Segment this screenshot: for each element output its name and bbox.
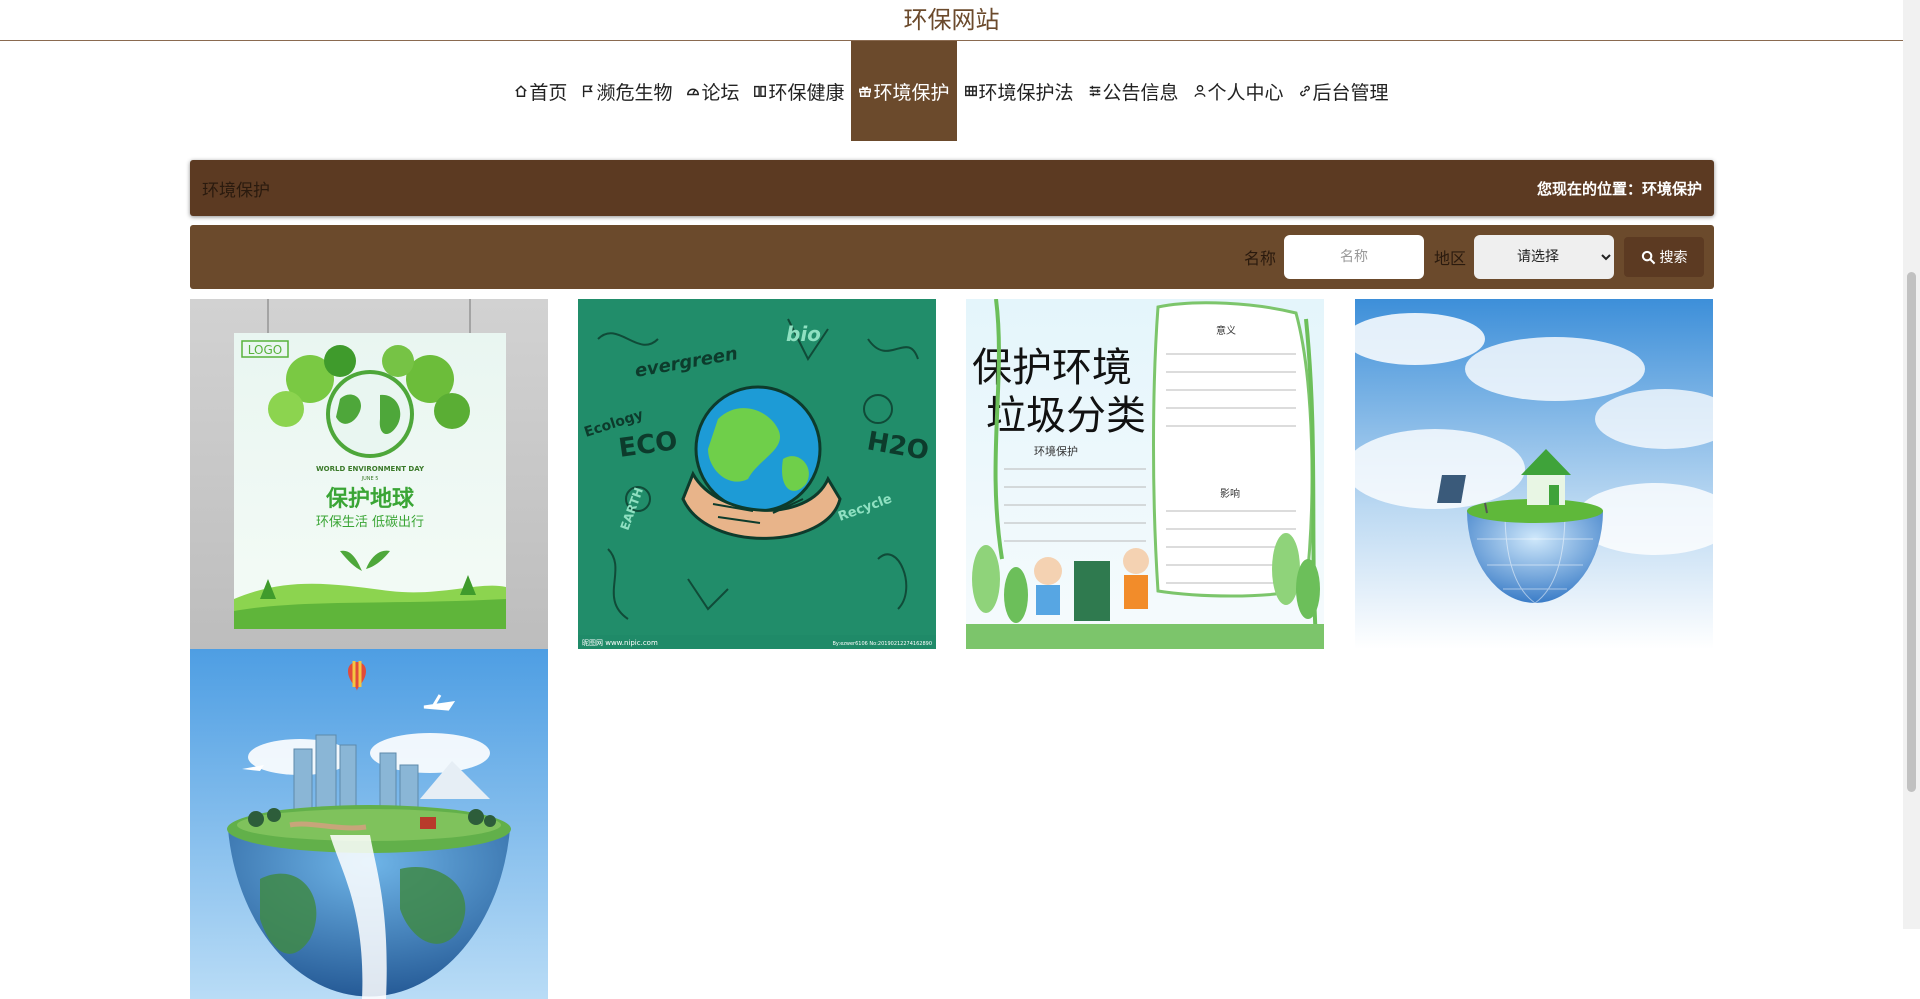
earth-city-image	[190, 649, 548, 999]
nav-forum-label: 论坛	[701, 81, 740, 104]
nav-environment-law-label: 环境保护法	[978, 81, 1074, 104]
gallery-card[interactable]: evergreen ECO Ecology bio H2O EARTH Recy…	[578, 299, 936, 649]
nav-home[interactable]: 首页	[507, 41, 574, 141]
name-label: 名称	[1243, 249, 1276, 268]
nav-profile-label: 个人中心	[1207, 81, 1284, 104]
section-title: 环境保护	[202, 180, 270, 201]
section-impact: 影响	[1220, 487, 1240, 500]
word-bio: bio	[786, 322, 821, 346]
main-nav: 首页 濒危生物 论坛 环保健康 环境保护 环境保护法 公告信息 个人中心 后台管…	[0, 41, 1903, 141]
nav-environment[interactable]: 环境保护	[851, 41, 957, 141]
name-search-input[interactable]	[1283, 235, 1424, 279]
poster-date: JUNE 5	[361, 476, 379, 482]
nav-home-label: 首页	[529, 81, 568, 104]
nav-announcements[interactable]: 公告信息	[1081, 41, 1186, 141]
nav-admin-label: 后台管理	[1312, 81, 1389, 104]
gift-icon	[859, 86, 872, 97]
nav-environment-law[interactable]: 环境保护法	[957, 41, 1081, 141]
section-meaning: 意义	[1216, 324, 1236, 337]
scrollbar-thumb[interactable]	[1907, 272, 1916, 792]
poster-day: WORLD ENVIRONMENT DAY	[316, 465, 425, 473]
search-bar: 名称 地区 请选择 搜索	[190, 225, 1714, 289]
gallery-card[interactable]: LOGO WORLD ENVIRONMENT DAY JUNE 5 保护地球 环…	[190, 299, 548, 649]
nav-health[interactable]: 环保健康	[746, 41, 851, 141]
nav-announcements-label: 公告信息	[1102, 81, 1179, 104]
breadcrumb-bar: 环境保护 您现在的位置：环境保护	[190, 160, 1714, 216]
flag-icon	[583, 85, 594, 98]
region-label: 地区	[1433, 249, 1466, 268]
site-title: 环保网站	[0, 0, 1903, 41]
nav-environment-label: 环境保护	[873, 81, 950, 104]
grid-icon	[964, 85, 977, 97]
poster-title-line1: 保护环境	[972, 345, 1132, 391]
search-button-label: 搜索	[1659, 250, 1688, 266]
home-icon	[515, 85, 528, 97]
book-icon	[754, 85, 767, 97]
search-icon	[1641, 250, 1655, 264]
nav-endangered-label: 濒危生物	[596, 81, 673, 104]
user-icon	[1194, 85, 1206, 97]
nav-endangered[interactable]: 濒危生物	[574, 41, 679, 141]
watermark-left: 昵图网 www.nipic.com	[582, 639, 658, 647]
poster-image: LOGO WORLD ENVIRONMENT DAY JUNE 5 保护地球 环…	[190, 299, 548, 649]
breadcrumb-location: 您现在的位置：环境保护	[1536, 179, 1702, 198]
link-icon	[1299, 85, 1310, 97]
gallery-card[interactable]: 意义 影响 保护环境 垃圾分类 环境保护	[966, 299, 1324, 649]
gallery-card[interactable]	[1355, 299, 1713, 649]
section-protection: 环境保护	[1034, 444, 1078, 458]
nav-forum[interactable]: 论坛	[679, 41, 746, 141]
search-button[interactable]: 搜索	[1624, 237, 1704, 277]
nav-health-label: 环保健康	[768, 81, 845, 104]
dashboard-icon	[687, 88, 700, 96]
nav-admin[interactable]: 后台管理	[1291, 41, 1396, 141]
sliders-icon	[1089, 85, 1100, 97]
gallery-card[interactable]	[190, 649, 548, 999]
nav-profile[interactable]: 个人中心	[1186, 41, 1291, 141]
poster-subtitle: 环保生活 低碳出行	[316, 515, 424, 530]
page-scrollbar[interactable]	[1903, 0, 1920, 929]
poster-logo: LOGO	[248, 343, 282, 357]
poster-title: 保护地球	[325, 487, 415, 512]
garbage-sorting-image: 意义 影响 保护环境 垃圾分类 环境保护	[966, 299, 1324, 649]
poster-title-line2: 垃圾分类	[986, 393, 1146, 439]
globe-house-image	[1355, 299, 1713, 649]
watermark-right: By:ezwer6106 No:20190212274162890	[832, 641, 932, 647]
eco-hands-image: evergreen ECO Ecology bio H2O EARTH Recy…	[578, 299, 936, 649]
region-select[interactable]: 请选择	[1474, 235, 1614, 279]
